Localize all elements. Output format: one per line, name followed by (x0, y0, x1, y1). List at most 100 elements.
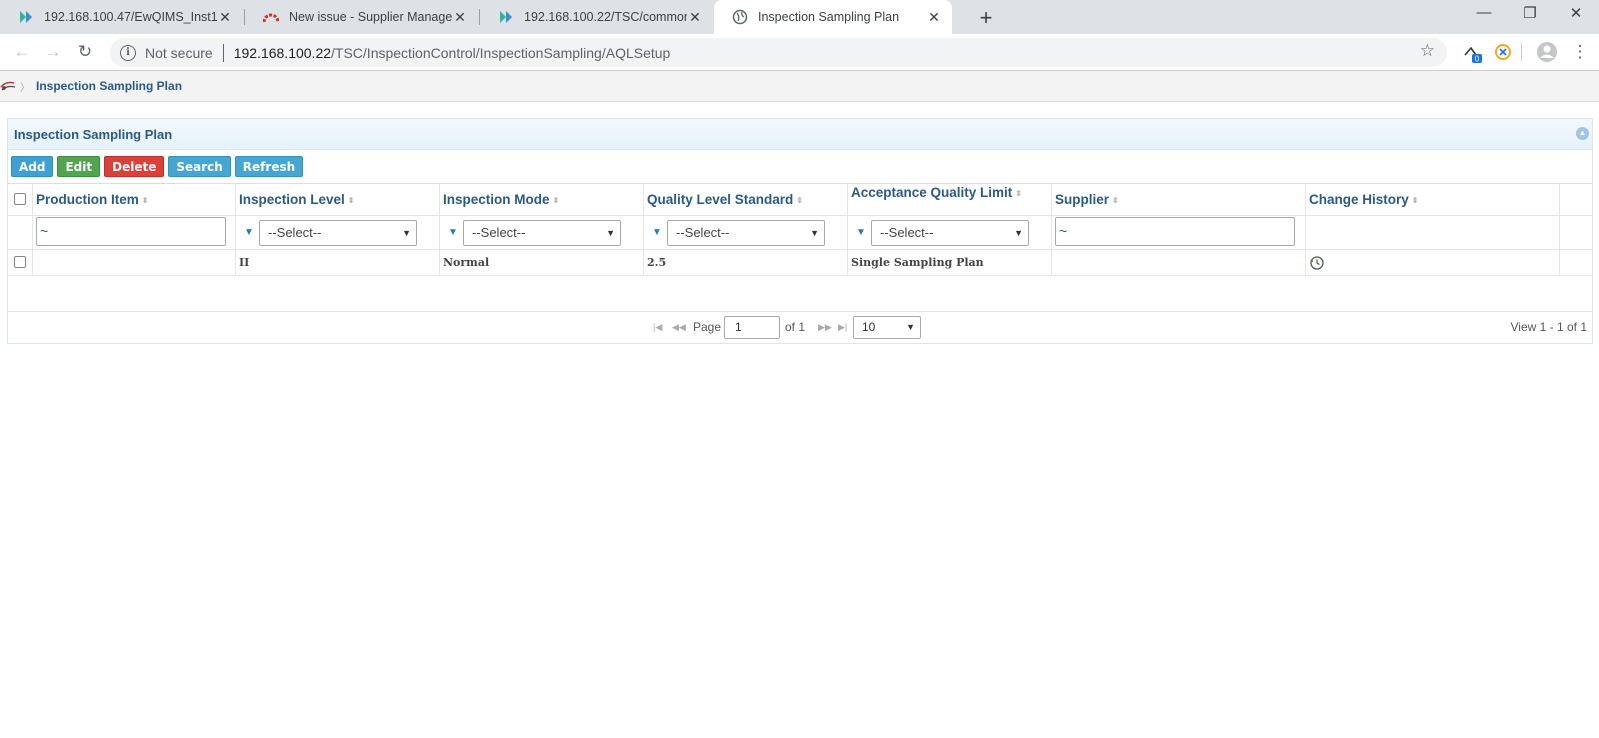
column-header-inspection-mode[interactable]: Inspection Mode ⬍ (440, 184, 644, 215)
close-icon[interactable]: ✕ (217, 9, 233, 26)
filter-cell: ▼ --Select-- ▼ (236, 216, 440, 249)
filter-icon: ▼ (652, 227, 662, 238)
production-item-filter-input[interactable]: ~ (36, 217, 226, 246)
app-logo-icon[interactable] (0, 78, 16, 94)
cell-value: Normal (443, 256, 490, 269)
tab-title: 192.168.100.22/TSC/common/Ew (524, 10, 687, 24)
sort-icon[interactable]: ⬍ (1015, 189, 1022, 198)
new-tab-button[interactable]: + (974, 5, 998, 31)
filter-cell: ▼ --Select-- ▼ (848, 216, 1052, 249)
close-icon[interactable]: ✕ (452, 9, 468, 26)
cell-value: II (239, 256, 250, 269)
prev-page-icon[interactable]: ◀◀ (672, 322, 686, 333)
toolbar-divider (1521, 43, 1522, 61)
filter-cell: ▼ --Select-- ▼ (644, 216, 848, 249)
refresh-button[interactable]: Refresh (234, 156, 304, 177)
extension-circle-icon[interactable] (1494, 43, 1512, 61)
sort-icon[interactable]: ⬍ (1412, 196, 1419, 205)
breadcrumb-current[interactable]: Inspection Sampling Plan (36, 79, 182, 93)
sort-icon[interactable]: ⬍ (142, 196, 149, 205)
collapse-icon[interactable]: ▲ (1576, 127, 1589, 140)
supplier-filter-input[interactable]: ~ (1055, 217, 1295, 246)
record-count: View 1 - 1 of 1 (1510, 320, 1588, 334)
close-icon[interactable]: ✕ (926, 9, 942, 26)
address-bar[interactable]: i Not secure 192.168.100.22/TSC/Inspecti… (110, 38, 1447, 67)
inspection-level-cell: II (236, 250, 440, 275)
back-button[interactable]: ← (10, 40, 34, 64)
close-icon[interactable]: ✕ (687, 9, 703, 26)
minimize-button[interactable]: — (1461, 4, 1507, 21)
redmine-icon (263, 13, 279, 23)
grid-filter-row: ~ ▼ --Select-- ▼ ▼ --Select-- ▼ ▼ --Select-- ▼… (8, 216, 1592, 250)
cell-value: Single Sampling Plan (851, 256, 984, 269)
browser-tab-2[interactable]: New issue - Supplier Manageme ✕ (245, 0, 478, 34)
next-page-icon[interactable]: ▶▶ (818, 322, 832, 333)
breadcrumb: 〉 Inspection Sampling Plan (0, 71, 1599, 102)
chevron-down-icon: ▼ (1014, 228, 1023, 238)
action-toolbar: Add Edit Delete Search Refresh (8, 150, 1592, 183)
info-icon[interactable]: i (120, 44, 136, 61)
column-label: Quality Level Standard (647, 192, 794, 207)
divider (222, 43, 224, 62)
sort-icon[interactable]: ⬍ (348, 196, 355, 205)
filter-cell: ▼ --Select-- ▼ (440, 216, 644, 249)
quality-level-standard-filter-select[interactable]: --Select-- ▼ (667, 220, 825, 246)
browser-tab-4[interactable]: Inspection Sampling Plan ✕ (714, 0, 952, 34)
sort-icon[interactable]: ⬍ (553, 196, 560, 205)
chevron-down-icon: ▼ (810, 228, 819, 238)
panel-title: Inspection Sampling Plan (14, 126, 173, 142)
panel-header: Inspection Sampling Plan ▲ (8, 119, 1592, 150)
column-header-inspection-level[interactable]: Inspection Level ⬍ (236, 184, 440, 215)
page-number-input[interactable]: 1 (724, 316, 780, 339)
filter-icon: ▼ (448, 227, 458, 238)
column-label: Inspection Level (239, 192, 345, 207)
bookmark-star-icon[interactable]: ☆ (1420, 41, 1435, 61)
column-header-production-item[interactable]: Production Item ⬍ (33, 184, 236, 215)
column-header-supplier[interactable]: Supplier ⬍ (1052, 184, 1306, 215)
column-label: Acceptance Quality Limit (851, 185, 1013, 200)
filter-icon: ▼ (244, 227, 254, 238)
globe-icon (732, 9, 748, 25)
reload-button[interactable]: ↻ (73, 40, 97, 64)
table-row[interactable]: II Normal 2.5 Single Sampling Plan (8, 250, 1592, 276)
filter-spacer (8, 216, 33, 249)
search-button[interactable]: Search (168, 156, 231, 177)
first-page-icon[interactable]: |◀ (653, 322, 662, 333)
delete-button[interactable]: Delete (104, 156, 165, 177)
add-button[interactable]: Add (11, 156, 54, 177)
acceptance-quality-limit-filter-select[interactable]: --Select-- ▼ (871, 220, 1029, 246)
tab-title: 192.168.100.47/EwQIMS_Inst1/co (44, 10, 217, 24)
restore-button[interactable]: ❐ (1507, 4, 1553, 22)
column-header-change-history[interactable]: Change History ⬍ (1306, 184, 1560, 215)
extension-badge: 0 (1475, 55, 1480, 64)
forward-button[interactable]: → (41, 40, 65, 64)
url-host: 192.168.100.22 (233, 44, 332, 61)
browser-tab-1[interactable]: 192.168.100.47/EwQIMS_Inst1/co ✕ (0, 0, 243, 34)
page-label: Page (693, 320, 722, 334)
select-value: --Select-- (676, 225, 730, 240)
profile-avatar-icon[interactable] (1536, 41, 1558, 63)
select-all-checkbox[interactable] (14, 193, 26, 205)
window-close-button[interactable]: ✕ (1553, 4, 1599, 22)
filter-spacer (1306, 216, 1560, 249)
extension-icon[interactable]: 0 (1463, 43, 1485, 65)
inspection-mode-filter-select[interactable]: --Select-- ▼ (463, 220, 621, 246)
row-checkbox[interactable] (14, 256, 26, 268)
sort-icon[interactable]: ⬍ (796, 196, 803, 205)
sort-icon[interactable]: ⬍ (1112, 196, 1119, 205)
page-size-select[interactable]: 10 ▼ (853, 316, 921, 339)
column-header-quality-level-standard[interactable]: Quality Level Standard ⬍ (644, 184, 848, 215)
edit-button[interactable]: Edit (57, 156, 101, 177)
inspection-level-filter-select[interactable]: --Select-- ▼ (259, 220, 417, 246)
breadcrumb-separator-icon: 〉 (20, 82, 30, 94)
column-label: Inspection Mode (443, 192, 550, 207)
change-history-cell (1306, 250, 1560, 275)
production-item-cell (33, 250, 236, 275)
browser-tab-3[interactable]: 192.168.100.22/TSC/common/Ew ✕ (480, 0, 713, 34)
column-label: Supplier (1055, 192, 1110, 207)
inspection-mode-cell: Normal (440, 250, 644, 275)
history-icon[interactable] (1309, 255, 1325, 271)
last-page-icon[interactable]: ▶| (838, 322, 847, 333)
browser-menu-icon[interactable]: ⋮ (1568, 40, 1592, 64)
column-header-acceptance-quality-limit[interactable]: Acceptance Quality Limit ⬍ (848, 184, 1052, 215)
